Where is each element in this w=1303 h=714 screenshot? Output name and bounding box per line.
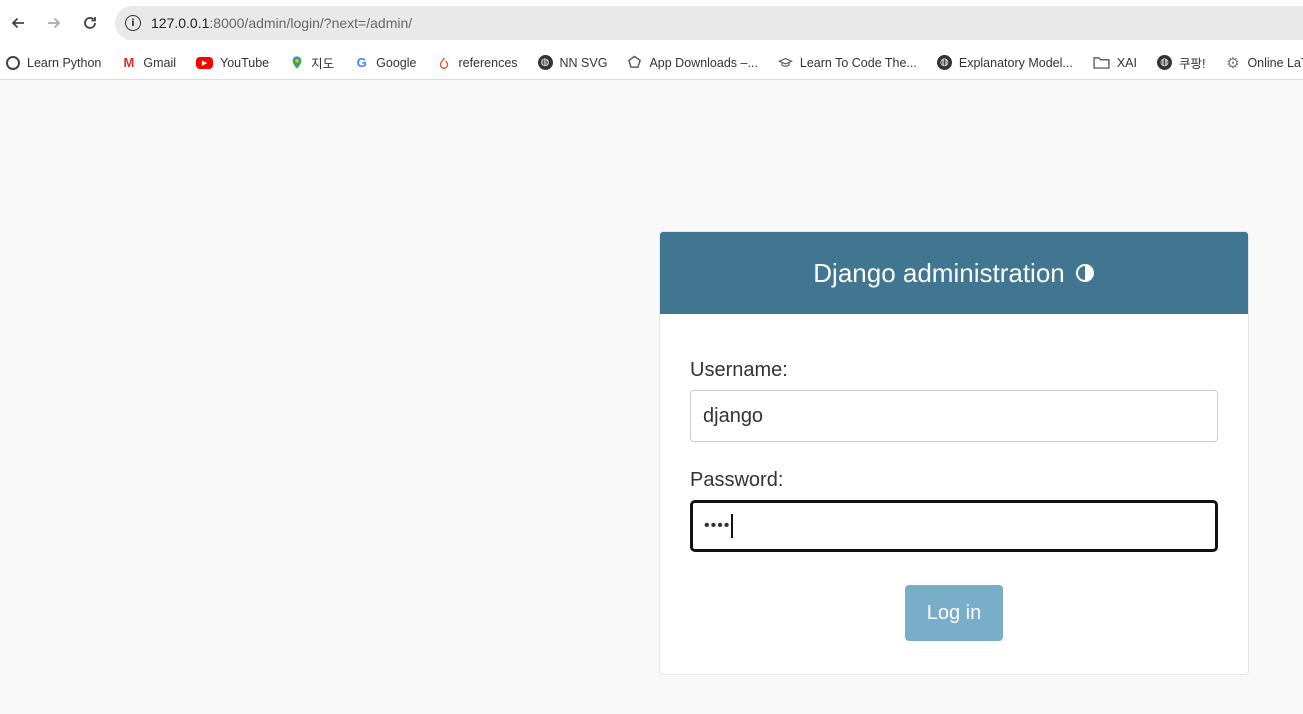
flame-icon: [436, 55, 451, 70]
arrow-right-icon: [48, 17, 61, 29]
bookmark-label: references: [458, 55, 518, 70]
bookmark-label: App Downloads –...: [649, 55, 758, 70]
theme-toggle-button[interactable]: [1075, 263, 1095, 283]
bookmark-explanatory-model[interactable]: ◍ Explanatory Model...: [936, 55, 1073, 70]
login-header: Django administration: [660, 232, 1248, 314]
gmail-icon: M: [123, 55, 135, 70]
browser-toolbar: i 127.0.0.1:8000/admin/login/?next=/admi…: [0, 0, 1303, 46]
folder-icon: [1093, 55, 1110, 70]
login-form: Username: django Password: •••• Log in: [660, 314, 1248, 641]
login-button[interactable]: Log in: [905, 585, 1003, 641]
bookmark-references[interactable]: references: [436, 55, 518, 70]
reload-button[interactable]: [72, 5, 108, 41]
bookmark-learn-to-code[interactable]: Learn To Code The...: [777, 55, 917, 70]
bookmarks-bar: Learn Python M Gmail ▶ YouTube 지도 G Goog…: [0, 46, 1303, 80]
forward-button[interactable]: [36, 5, 72, 41]
bookmark-label: Online LaTeX: [1247, 55, 1303, 70]
half-circle-icon: [1075, 264, 1094, 282]
bookmark-folder-xai[interactable]: XAI: [1093, 55, 1137, 70]
maps-pin-icon: [289, 55, 304, 70]
username-value: django: [703, 404, 764, 427]
bookmark-label: NN SVG: [559, 55, 608, 70]
password-value: ••••: [704, 517, 731, 534]
bookmark-label: 지도: [311, 57, 335, 71]
site-info-icon[interactable]: i: [125, 15, 141, 31]
bookmark-label: YouTube: [220, 55, 270, 70]
globe-icon: ◍: [936, 55, 952, 70]
bookmark-label: Learn Python: [27, 55, 102, 70]
url-host: 127.0.0.1: [151, 15, 210, 31]
arrow-left-icon: [11, 17, 24, 29]
bookmark-coupang[interactable]: ◍ 쿠팡!: [1156, 53, 1206, 72]
password-field[interactable]: ••••: [690, 500, 1218, 552]
username-label: Username:: [690, 359, 788, 381]
password-label: Password:: [690, 469, 784, 491]
youtube-icon: ▶: [196, 56, 214, 69]
bookmark-youtube[interactable]: ▶ YouTube: [196, 56, 269, 70]
graduation-cap-icon: [777, 55, 793, 70]
bookmark-maps[interactable]: 지도: [289, 53, 334, 72]
back-button[interactable]: [0, 5, 36, 41]
reload-icon: [84, 17, 96, 29]
bookmark-gmail[interactable]: M Gmail: [121, 55, 176, 70]
globe-icon: ◍: [1156, 55, 1172, 70]
username-field[interactable]: django: [690, 390, 1218, 442]
bookmark-google[interactable]: G Google: [354, 55, 417, 70]
pentagon-icon: [627, 55, 642, 70]
bookmark-label: Google: [376, 55, 417, 70]
bookmark-learn-python[interactable]: Learn Python: [6, 55, 102, 70]
bookmark-app-downloads[interactable]: App Downloads –...: [627, 55, 758, 70]
google-icon: G: [356, 55, 367, 70]
bookmark-label: 쿠팡!: [1178, 57, 1206, 71]
bookmark-online-latex[interactable]: ⚙ Online LaTeX: [1225, 54, 1303, 72]
url-path: :8000/admin/login/?next=/admin/: [209, 15, 413, 31]
address-bar[interactable]: i 127.0.0.1:8000/admin/login/?next=/admi…: [115, 6, 1303, 40]
login-card: Django administration Username: django P…: [659, 231, 1249, 675]
bookmark-nn-svg[interactable]: ◍ NN SVG: [537, 55, 608, 70]
text-caret: [731, 514, 733, 538]
gear-icon: ⚙: [1226, 54, 1240, 72]
bookmark-label: Explanatory Model...: [958, 55, 1073, 70]
bookmark-label: Gmail: [143, 55, 177, 70]
bookmark-label: XAI: [1116, 55, 1137, 70]
site-title: Django administration: [813, 257, 1065, 288]
python-logo-icon: [6, 55, 20, 70]
globe-icon: ◍: [537, 55, 553, 70]
bookmark-label: Learn To Code The...: [799, 55, 917, 70]
